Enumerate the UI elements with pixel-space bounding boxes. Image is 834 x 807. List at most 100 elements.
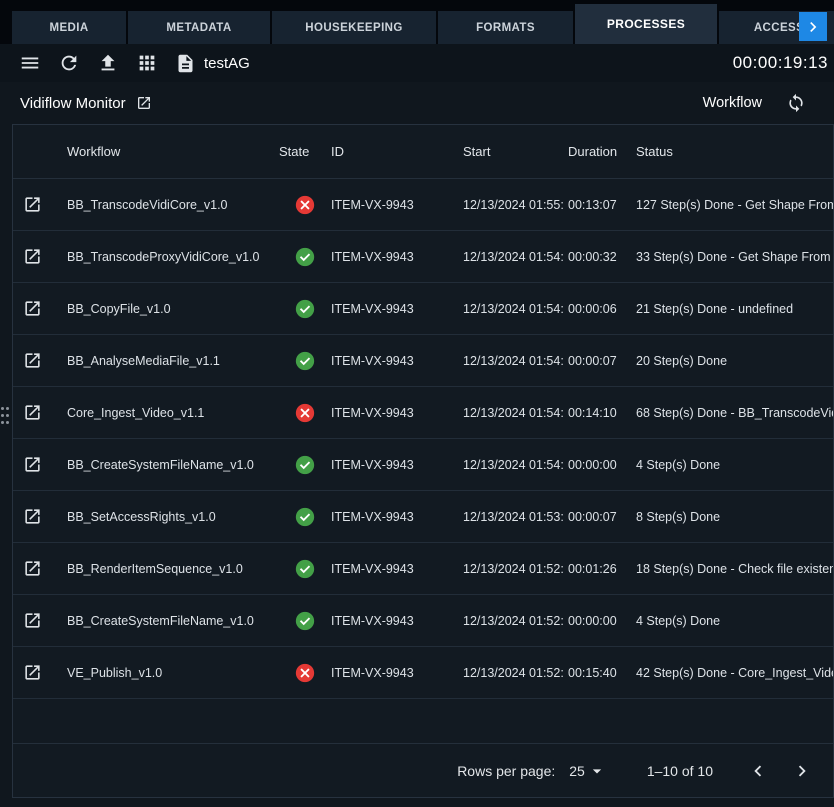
state-cell [279,610,331,632]
row-duration: 00:14:10 [568,406,636,420]
row-id: ITEM-VX-9943 [331,614,463,628]
open-workflow-button[interactable] [23,663,42,682]
state-cell [279,298,331,320]
table-row: BB_AnalyseMediaFile_v1.1 ITEM-VX-9943 12… [13,335,833,387]
open-workflow-button[interactable] [23,611,42,630]
workflow-name: Core_Ingest_Video_v1.1 [67,406,279,420]
row-id: ITEM-VX-9943 [331,406,463,420]
apps-grid-icon [136,52,158,74]
table-row: VE_Publish_v1.0 ITEM-VX-9943 12/13/2024 … [13,647,833,699]
state-error-icon [294,662,316,684]
page-title: Vidiflow Monitor [20,95,126,112]
row-status: 68 Step(s) Done - BB_TranscodeVid [636,406,834,420]
table-row: BB_CopyFile_v1.0 ITEM-VX-9943 12/13/2024… [13,283,833,335]
open-workflow-button[interactable] [23,195,42,214]
row-start: 12/13/2024 01:54: [463,354,568,368]
tab-processes[interactable]: PROCESSES [575,4,717,44]
refresh-icon [58,52,80,74]
row-status: 20 Step(s) Done [636,354,834,368]
row-start: 12/13/2024 01:52: [463,562,568,576]
row-duration: 00:13:07 [568,198,636,212]
row-status: 33 Step(s) Done - Get Shape From I [636,250,834,264]
row-duration: 00:01:26 [568,562,636,576]
row-start: 12/13/2024 01:53: [463,510,568,524]
state-success-icon [294,454,316,476]
timecode-display: 00:00:19:13 [733,53,828,73]
open-workflow-button[interactable] [23,455,42,474]
external-link-icon [23,247,42,266]
document-title-group: testAG [175,53,250,74]
workflow-name: BB_SetAccessRights_v1.0 [67,510,279,524]
external-link-icon [136,95,152,111]
chevron-right-icon [803,17,823,37]
nav-overflow-next-button[interactable] [799,12,827,41]
state-success-icon [294,246,316,268]
tab-housekeeping[interactable]: HOUSEKEEPING [272,11,436,44]
workflow-name: BB_CreateSystemFileName_v1.0 [67,458,279,472]
row-start: 12/13/2024 01:52: [463,614,568,628]
state-cell [279,662,331,684]
state-cell [279,402,331,424]
hamburger-menu-icon [19,52,41,74]
table-row: BB_SetAccessRights_v1.0 ITEM-VX-9943 12/… [13,491,833,543]
external-link-icon [23,611,42,630]
row-duration: 00:00:00 [568,614,636,628]
next-page-button[interactable] [791,760,813,782]
row-id: ITEM-VX-9943 [331,302,463,316]
row-duration: 00:00:07 [568,354,636,368]
row-status: 42 Step(s) Done - Core_Ingest_Vide [636,666,834,680]
external-link-icon [23,559,42,578]
row-duration: 00:00:32 [568,250,636,264]
open-workflow-button[interactable] [23,403,42,422]
workflow-name: BB_CreateSystemFileName_v1.0 [67,614,279,628]
row-status: 8 Step(s) Done [636,510,834,524]
previous-page-button[interactable] [747,760,769,782]
tab-media[interactable]: MEDIA [12,11,126,44]
state-success-icon [294,610,316,632]
state-cell [279,246,331,268]
row-id: ITEM-VX-9943 [331,250,463,264]
state-success-icon [294,350,316,372]
main-nav: MEDIA METADATA HOUSEKEEPING FORMATS PROC… [0,0,834,44]
row-id: ITEM-VX-9943 [331,562,463,576]
open-workflow-button[interactable] [23,559,42,578]
row-id: ITEM-VX-9943 [331,354,463,368]
document-title: testAG [204,55,250,72]
row-start: 12/13/2024 01:54: [463,458,568,472]
panel-drag-handle[interactable] [1,397,9,433]
document-icon [175,53,196,74]
rows-per-page-label: Rows per page: [457,763,555,779]
state-cell [279,194,331,216]
row-start: 12/13/2024 01:54: [463,302,568,316]
view-label: Workflow [703,95,762,111]
open-workflow-button[interactable] [23,507,42,526]
table-header: Workflow State ID Start Duration Status [13,125,833,179]
pagination-range: 1–10 of 10 [647,763,713,779]
rows-per-page-select[interactable]: 25 [569,761,607,781]
upload-button[interactable] [97,52,119,74]
view-group: Workflow [703,93,806,113]
rows-per-page-value: 25 [569,763,585,779]
row-id: ITEM-VX-9943 [331,198,463,212]
external-link-icon [23,403,42,422]
menu-button[interactable] [19,52,41,74]
open-workflow-button[interactable] [23,351,42,370]
sync-button[interactable] [786,93,806,113]
column-workflow: Workflow [67,144,279,159]
state-cell [279,558,331,580]
workflow-name: VE_Publish_v1.0 [67,666,279,680]
state-cell [279,506,331,528]
open-workflow-button[interactable] [23,247,42,266]
refresh-button[interactable] [58,52,80,74]
tab-metadata[interactable]: METADATA [128,11,270,44]
monitor-bar: Vidiflow Monitor Workflow [0,82,834,124]
open-monitor-button[interactable] [136,95,152,111]
apps-grid-button[interactable] [136,52,158,74]
workflow-name: BB_TranscodeVidiCore_v1.0 [67,198,279,212]
open-workflow-button[interactable] [23,299,42,318]
table-row: BB_CreateSystemFileName_v1.0 ITEM-VX-994… [13,595,833,647]
row-status: 4 Step(s) Done [636,614,834,628]
workflow-name: BB_AnalyseMediaFile_v1.1 [67,354,279,368]
tab-formats[interactable]: FORMATS [438,11,573,44]
row-start: 12/13/2024 01:52: [463,666,568,680]
